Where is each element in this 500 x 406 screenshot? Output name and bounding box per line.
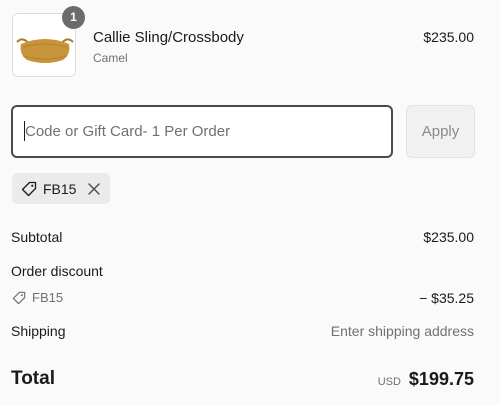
close-icon[interactable]: [88, 182, 101, 195]
discount-code-row: FB15: [12, 290, 63, 305]
shipping-label: Shipping: [11, 323, 66, 339]
quantity-badge: 1: [62, 6, 85, 29]
text-caret: [24, 121, 25, 141]
subtotal-value: $235.00: [423, 229, 474, 245]
total-label: Total: [11, 368, 55, 389]
total-amount: $199.75: [408, 369, 474, 389]
subtotal-label: Subtotal: [11, 229, 63, 245]
applied-code-chip: FB15: [12, 173, 110, 204]
discount-code-label: FB15: [32, 290, 64, 305]
discount-value: − $35.25: [419, 290, 474, 306]
order-discount-label: Order discount: [11, 263, 103, 279]
currency-code: USD: [377, 376, 401, 388]
total-amount-group: USD $199.75: [378, 369, 474, 390]
product-name: Callie Sling/Crossbody: [93, 29, 244, 46]
product-variant: Camel: [93, 51, 128, 65]
tag-icon: [12, 291, 26, 304]
product-price: $235.00: [423, 29, 474, 45]
remove-code-button[interactable]: [88, 182, 101, 195]
applied-code-label: FB15: [43, 180, 77, 197]
shipping-value: Enter shipping address: [330, 323, 474, 339]
tag-icon: [21, 181, 37, 196]
order-summary: 1 Callie Sling/Crossbody Camel $235.00 A…: [0, 0, 500, 406]
discount-code-input[interactable]: [11, 105, 393, 158]
apply-button[interactable]: Apply: [406, 105, 475, 158]
